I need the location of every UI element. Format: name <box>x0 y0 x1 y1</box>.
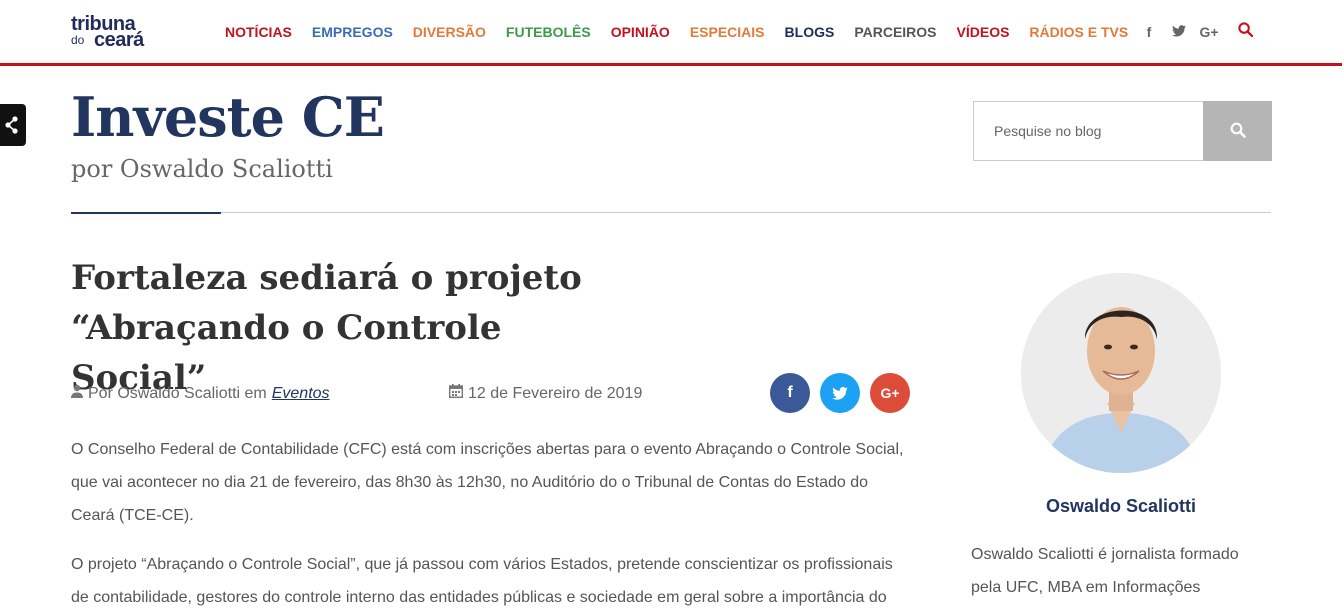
post-date: 12 de Fevereiro de 2019 <box>468 385 643 402</box>
twitter-icon <box>832 386 848 400</box>
blog-search <box>973 101 1272 161</box>
logo-line-2: do <box>71 33 85 47</box>
nav-radios-tvs[interactable]: RÁDIOS E TVS <box>1029 22 1128 42</box>
nav-noticias[interactable]: NOTÍCIAS <box>225 22 292 42</box>
nav-especiais[interactable]: ESPECIAIS <box>690 22 765 42</box>
calendar-icon <box>448 384 464 404</box>
blog-search-button[interactable] <box>1203 101 1272 161</box>
author-bio: Oswaldo Scaliotti é jornalista formado p… <box>971 546 1239 596</box>
share-google-plus-button[interactable]: G+ <box>870 373 910 413</box>
nav-videos[interactable]: VÍDEOS <box>957 22 1010 42</box>
nav-parceiros[interactable]: PARCEIROS <box>854 22 936 42</box>
nav-blogs[interactable]: BLOGS <box>785 22 835 42</box>
google-plus-icon[interactable]: G+ <box>1194 22 1224 42</box>
author-avatar <box>1021 273 1221 473</box>
post-paragraph: O Conselho Federal de Contabilidade (CFC… <box>71 441 904 524</box>
post-author-meta: Por Oswaldo Scaliotti em Eventos <box>71 384 330 404</box>
post-date-meta: 12 de Fevereiro de 2019 <box>448 384 643 404</box>
blog-subtitle: por Oswaldo Scaliotti <box>71 155 333 183</box>
post-category-link[interactable]: Eventos <box>272 384 330 404</box>
search-icon[interactable] <box>1230 22 1260 42</box>
post-share-buttons: f G+ <box>770 373 910 413</box>
main-nav: NOTÍCIAS EMPREGOS DIVERSÃO FUTEBOLÊS OPI… <box>225 22 1148 42</box>
post-author: Por Oswaldo Scaliotti em <box>88 385 267 402</box>
site-logo[interactable]: tribuna do ceará <box>71 14 151 52</box>
share-facebook-button[interactable]: f <box>770 373 810 413</box>
post-paragraph: O projeto “Abraçando o Controle Social”,… <box>71 556 893 606</box>
logo-line-3: ceará <box>94 29 144 51</box>
blog-title[interactable]: Investe CE <box>71 84 385 150</box>
nav-empregos[interactable]: EMPREGOS <box>312 22 393 42</box>
facebook-icon[interactable]: f <box>1134 22 1164 42</box>
share-twitter-button[interactable] <box>820 373 860 413</box>
nav-futeboles[interactable]: FUTEBOLÊS <box>506 22 591 42</box>
search-icon <box>1230 122 1246 138</box>
author-name[interactable]: Oswaldo Scaliotti <box>971 494 1271 518</box>
divider-accent <box>71 212 221 214</box>
site-header: tribuna do ceará NOTÍCIAS EMPREGOS DIVER… <box>0 0 1342 66</box>
floating-share-button[interactable] <box>0 104 26 146</box>
twitter-icon[interactable] <box>1164 22 1194 42</box>
blog-search-input[interactable] <box>974 102 1203 160</box>
google-plus-icon: G+ <box>880 385 900 401</box>
nav-diversao[interactable]: DIVERSÃO <box>413 22 486 42</box>
facebook-icon: f <box>787 384 793 401</box>
divider <box>71 212 1271 213</box>
nav-opiniao[interactable]: OPINIÃO <box>611 22 670 42</box>
user-icon <box>71 384 83 404</box>
post-title: Fortaleza sediará o projeto “Abraçando o… <box>71 258 582 398</box>
share-icon <box>5 116 18 134</box>
header-social-links: f G+ <box>1134 22 1260 42</box>
